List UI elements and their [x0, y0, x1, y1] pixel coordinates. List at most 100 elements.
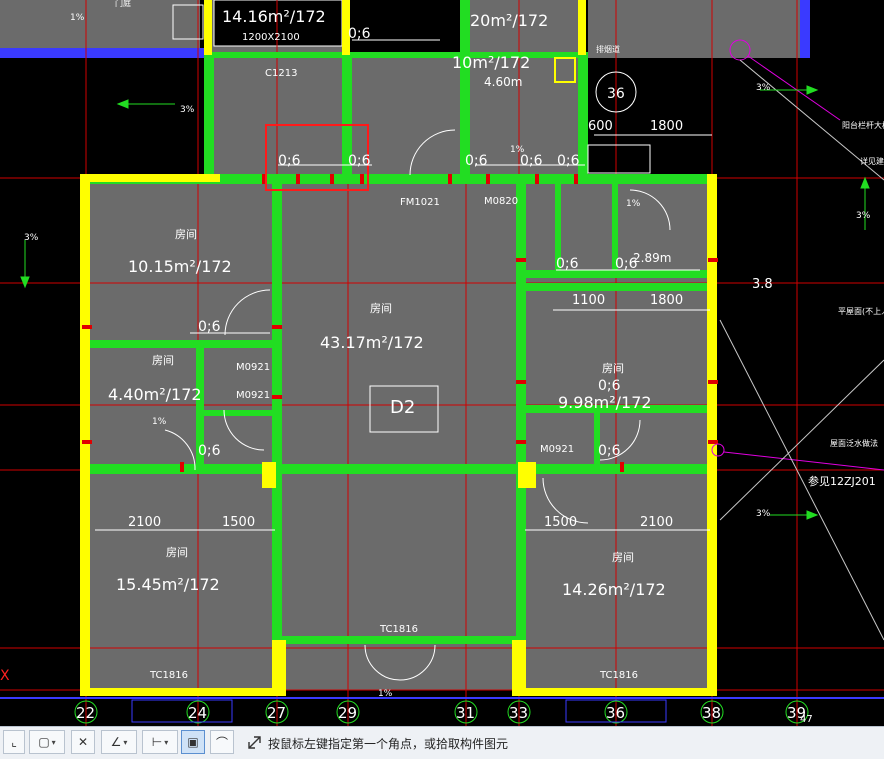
dimension-label: 0;6 [598, 378, 621, 394]
opening-label: C1213 [265, 68, 297, 79]
command-prompt-text: 按鼠标左键指定第一个角点，或拾取构件图元 [268, 737, 509, 751]
chevron-down-icon[interactable]: ▾ [52, 738, 56, 747]
name-living: 房间 [370, 302, 392, 315]
area-bath-w: 4.40m²/172 [108, 385, 202, 404]
dimension-label: 0;6 [198, 319, 221, 335]
note: 平屋面(不上人) [838, 307, 884, 316]
cross-icon: ✕ [77, 735, 89, 749]
corner-arrow-icon [248, 736, 261, 749]
slope-label: 1% [70, 13, 85, 23]
dimension-label: 2100 [640, 515, 673, 530]
chevron-down-icon[interactable]: ▾ [123, 738, 127, 747]
top-wall-blue-right [800, 0, 810, 58]
opening-label: TC1816 [379, 624, 418, 635]
pick-component-button[interactable]: ▣ [181, 730, 205, 754]
arc-button[interactable]: ⌒ [210, 730, 234, 754]
note: 排烟道 [596, 44, 620, 54]
opening-label: TC1816 [149, 670, 188, 681]
name-bedroom-se: 房间 [612, 551, 634, 564]
dimension-label: 600 [588, 119, 613, 134]
slope-label: 3% [24, 233, 39, 243]
tc-window-left [131, 699, 233, 723]
roof-lines [719, 59, 884, 641]
axis-bubbles [74, 700, 809, 724]
slope-label: 1% [626, 199, 641, 209]
axis-number: 27 [267, 704, 286, 722]
area-bath-e: 2.89m [633, 251, 671, 265]
name-bath-w: 房间 [152, 354, 174, 367]
axis-bubble-36-upper: 36 [607, 86, 625, 102]
dimension-label: 0;6 [348, 153, 371, 169]
name-room-e: 房间 [602, 362, 624, 375]
rectangle-select-button[interactable]: ▢ ▾ [29, 730, 65, 754]
opening-label: TC1816 [599, 670, 638, 681]
note: 屋面泛水做法 [830, 438, 878, 448]
note: 门庭 [115, 0, 131, 8]
dimension-label: 0;6 [348, 26, 371, 42]
opening-label: M0921 [540, 444, 574, 455]
top-room-right [588, 0, 808, 58]
dimension-label: 1800 [650, 293, 683, 308]
dimension-label: 0;6 [198, 443, 221, 459]
main-floor [82, 178, 717, 690]
dimension-label: 0;6 [556, 256, 579, 272]
dimension-label: 0;6 [520, 153, 543, 169]
bottom-blue-line [0, 697, 884, 699]
upper-room-block [210, 55, 460, 180]
axis-number: 38 [702, 704, 721, 722]
opening-label: M0921 [236, 362, 270, 373]
opening-label: M0921 [236, 390, 270, 401]
dimension-label: 0;6 [598, 443, 621, 459]
slope-label: 3% [756, 83, 771, 93]
offset-button[interactable]: ⊢ ▾ [142, 730, 178, 754]
axis-number: 33 [509, 704, 528, 722]
area-living: 43.17m²/172 [320, 333, 424, 352]
opening-label: 1200X2100 [242, 32, 300, 43]
name-bedroom-nw: 房间 [175, 228, 197, 241]
area-bedroom-se: 14.26m²/172 [562, 580, 666, 599]
ortho-button[interactable]: ⌞ [3, 730, 25, 754]
axis-number: 22 [76, 704, 95, 722]
slope-label: 1% [510, 145, 525, 155]
ucs-x-marker: X [0, 668, 10, 684]
name-bedroom-sw: 房间 [166, 546, 188, 559]
axis-number: 24 [188, 704, 207, 722]
note-zj: 参见12ZJ201 [808, 474, 876, 488]
chevron-down-icon[interactable]: ▾ [164, 738, 168, 747]
dimension-label: 0;6 [278, 153, 301, 169]
dimension-label: 1100 [572, 293, 605, 308]
dimension-label: 1500 [222, 515, 255, 530]
dimension-label: 3.8 [752, 277, 773, 292]
area-top-mid2: 10m²/172 [452, 53, 530, 72]
opening-label: M0820 [484, 196, 518, 207]
dimension-label: 2100 [128, 515, 161, 530]
axis-number: 31 [456, 704, 475, 722]
area-top-left: 14.16m²/172 [222, 7, 326, 26]
slope-label: 1% [152, 417, 167, 427]
dimension-label: 1800 [650, 119, 683, 134]
note: 详见建施 [860, 156, 884, 166]
opening-label: FM1021 [400, 197, 440, 208]
dimension-label: 0;6 [465, 153, 488, 169]
top-wall-blue [0, 48, 210, 58]
slope-label: 3% [756, 509, 771, 519]
area-room-e: 9.98m²/172 [558, 393, 652, 412]
misc-number: 47 [800, 714, 813, 725]
cross-select-button[interactable]: ✕ [71, 730, 95, 754]
dimension-label: 0;6 [557, 153, 580, 169]
area-bedroom-nw: 10.15m²/172 [128, 257, 232, 276]
command-toolbar: ⌞ ▢ ▾ ✕ ∠ ▾ ⊢ ▾ ▣ ⌒ 按鼠标左键指定第一个角点，或拾取构件图元 [0, 726, 884, 759]
axis-number: 36 [606, 704, 625, 722]
pick-component-icon: ▣ [187, 735, 199, 749]
cad-drawing-canvas[interactable]: 43.17m²/172 10.15m²/172 4.40m²/172 15.45… [0, 0, 884, 726]
angle-icon: ∠ [110, 735, 122, 749]
axis-numbers: 22 24 27 29 31 33 36 38 39 [76, 704, 806, 722]
slope-label: 3% [180, 105, 195, 115]
note: 阳台栏杆大样图 [842, 120, 884, 130]
area-kitchen-small: 4.60m [484, 75, 522, 89]
ortho-icon: ⌞ [11, 735, 17, 749]
arc-icon: ⌒ [215, 735, 228, 750]
slope-label: 3% [856, 211, 871, 221]
area-bedroom-sw: 15.45m²/172 [116, 575, 220, 594]
angle-button[interactable]: ∠ ▾ [101, 730, 137, 754]
